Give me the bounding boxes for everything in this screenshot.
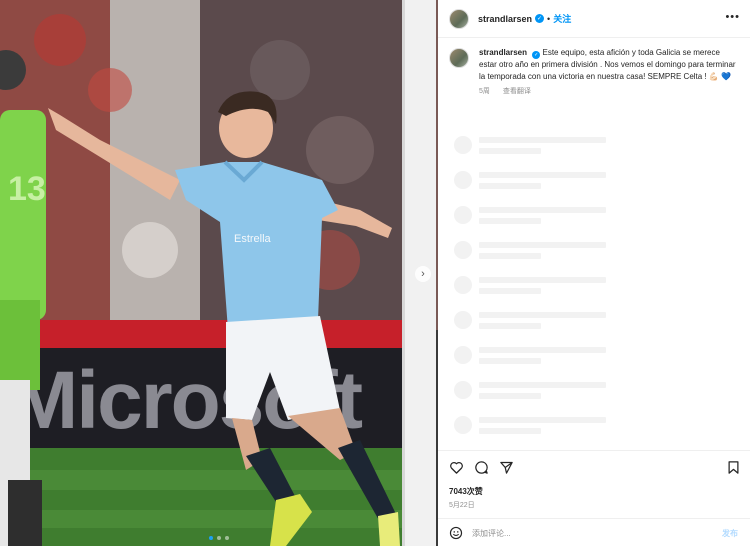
comment-input[interactable] <box>472 528 702 538</box>
see-translation-link[interactable]: 查看翻译 <box>503 88 531 95</box>
carousel-dot <box>209 536 213 540</box>
comment-skeleton <box>454 379 614 401</box>
football-player-photo: Microsoft 13 Estrella <box>0 0 438 546</box>
post-actions <box>449 460 741 476</box>
carousel-dot <box>225 536 229 540</box>
carousel-indicator <box>209 536 229 540</box>
comment-skeleton <box>454 239 614 261</box>
post-photo[interactable]: Microsoft 13 Estrella › <box>0 0 438 546</box>
svg-text:13: 13 <box>8 170 46 208</box>
post-caption: strandlarsen ✓ Este equipo, esta afición… <box>449 47 739 96</box>
bookmark-icon[interactable] <box>726 460 741 475</box>
divider <box>438 518 750 519</box>
follow-button[interactable]: 关注 <box>553 12 571 25</box>
header-separator: • <box>547 13 551 24</box>
comment-skeleton <box>454 309 614 331</box>
comment-skeleton <box>454 134 614 156</box>
post-details-panel: strandlarsen ✓ • 关注 ••• strandlarsen ✓ E… <box>438 0 750 546</box>
verified-badge-icon: ✓ <box>535 14 545 23</box>
comment-skeleton <box>454 169 614 191</box>
comment-skeleton <box>454 344 614 366</box>
verified-badge-icon: ✓ <box>532 51 541 59</box>
comment-skeleton <box>454 414 614 436</box>
caption-username[interactable]: strandlarsen <box>479 48 527 57</box>
share-icon[interactable] <box>499 460 514 475</box>
post-date[interactable]: 5月22日 <box>449 500 475 510</box>
post-age[interactable]: 5周 <box>479 88 490 95</box>
post-header: strandlarsen ✓ • 关注 ••• <box>438 0 750 37</box>
next-image-button[interactable]: › <box>415 266 431 282</box>
divider <box>438 37 750 38</box>
comment-skeleton <box>454 274 614 296</box>
post-comment-button[interactable]: 发布 <box>722 528 738 539</box>
comment-composer: 发布 <box>438 520 750 546</box>
comment-skeleton <box>454 204 614 226</box>
comment-icon[interactable] <box>474 460 489 475</box>
carousel-dot <box>217 536 221 540</box>
avatar[interactable] <box>449 8 469 29</box>
svg-text:Estrella: Estrella <box>234 233 272 245</box>
emoji-icon[interactable] <box>449 526 463 540</box>
heart-icon[interactable] <box>449 460 464 475</box>
username-link[interactable]: strandlarsen <box>478 14 532 24</box>
avatar[interactable] <box>449 48 469 68</box>
like-count[interactable]: 7043次赞 <box>449 486 483 497</box>
divider <box>438 450 750 451</box>
more-options-icon[interactable]: ••• <box>725 11 740 23</box>
